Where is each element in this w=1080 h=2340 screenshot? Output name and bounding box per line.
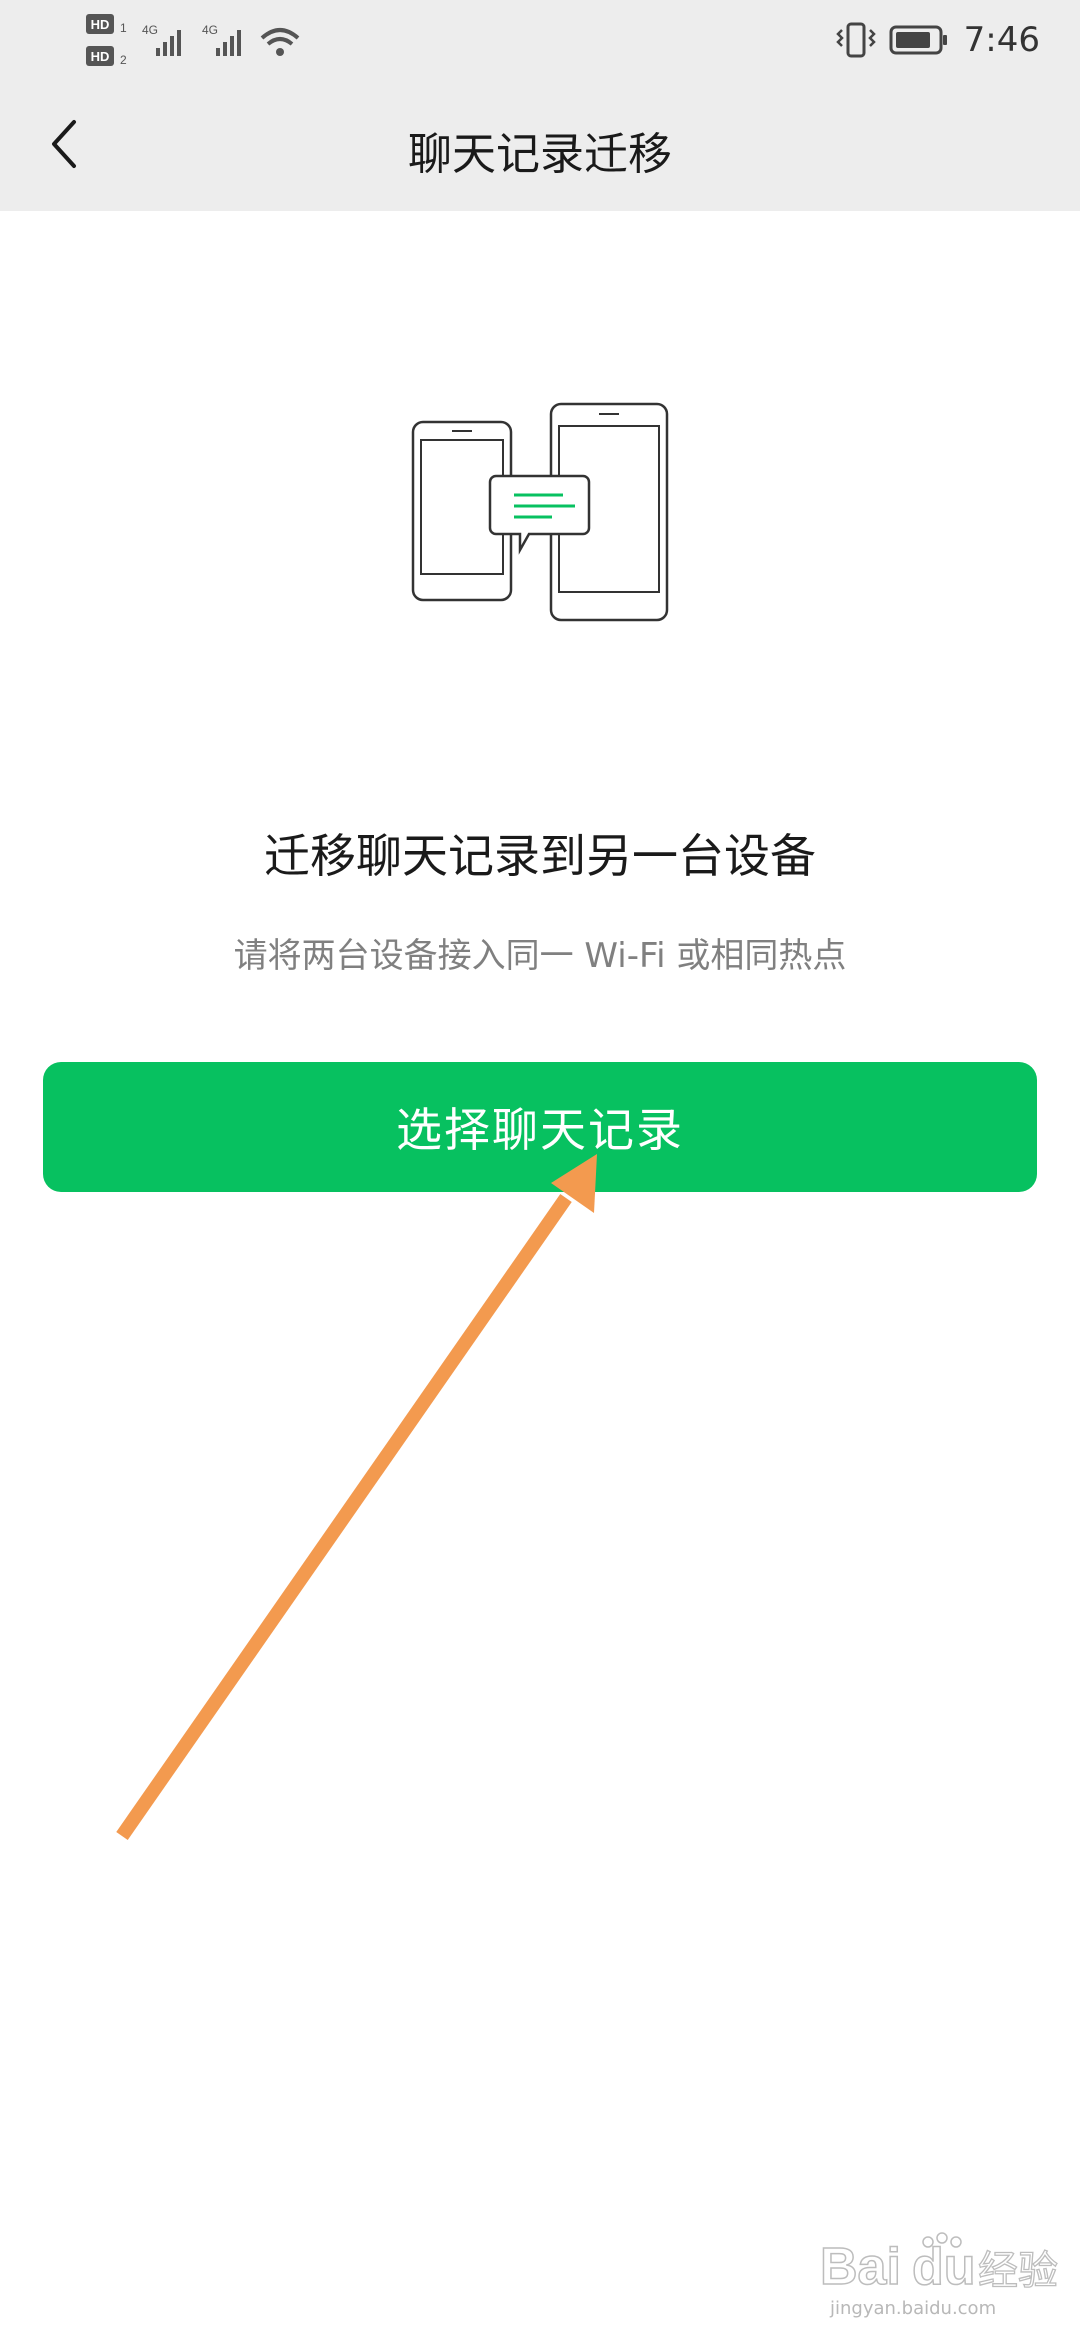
svg-text:经验: 经验 (978, 2248, 1058, 2294)
main-heading: 迁移聊天记录到另一台设备 (264, 829, 816, 883)
nav-bar: 聊天记录迁移 (0, 80, 1080, 211)
svg-text:du: du (912, 2238, 976, 2296)
battery-icon (889, 25, 947, 55)
status-right: 7:46 (834, 14, 1040, 66)
phone-transfer-icon (411, 402, 669, 622)
svg-text:1: 1 (120, 21, 127, 35)
svg-text:HD: HD (91, 17, 110, 32)
select-chat-history-label: 选择聊天记录 (396, 1103, 684, 1157)
status-time: 7:46 (963, 20, 1040, 60)
signal-icon: HD 1 HD 2 4G 4G (86, 14, 300, 67)
svg-text:4G: 4G (202, 23, 218, 37)
watermark-url: jingyan.baidu.com (830, 2298, 997, 2319)
baidu-watermark-logo: Bai du 经验 (820, 2232, 1059, 2297)
svg-text:4G: 4G (142, 23, 158, 37)
top-bar: HD 1 HD 2 4G 4G 7:46 聊天记录迁移 (0, 0, 1080, 211)
vibrate-icon (835, 22, 876, 58)
page-title: 聊天记录迁移 (408, 129, 672, 180)
screen: HD 1 HD 2 4G 4G 7:46 聊天记录迁移 迁移聊天记录到另一台设备… (0, 0, 1080, 2340)
svg-text:2: 2 (120, 53, 127, 67)
svg-text:HD: HD (91, 49, 110, 64)
svg-text:Bai: Bai (820, 2238, 901, 2296)
instruction-text: 请将两台设备接入同一 Wi-Fi 或相同热点 (233, 936, 847, 976)
status-bar: HD 1 HD 2 4G 4G 7:46 (0, 0, 1080, 80)
select-chat-history-button[interactable]: 选择聊天记录 (43, 1062, 1037, 1192)
